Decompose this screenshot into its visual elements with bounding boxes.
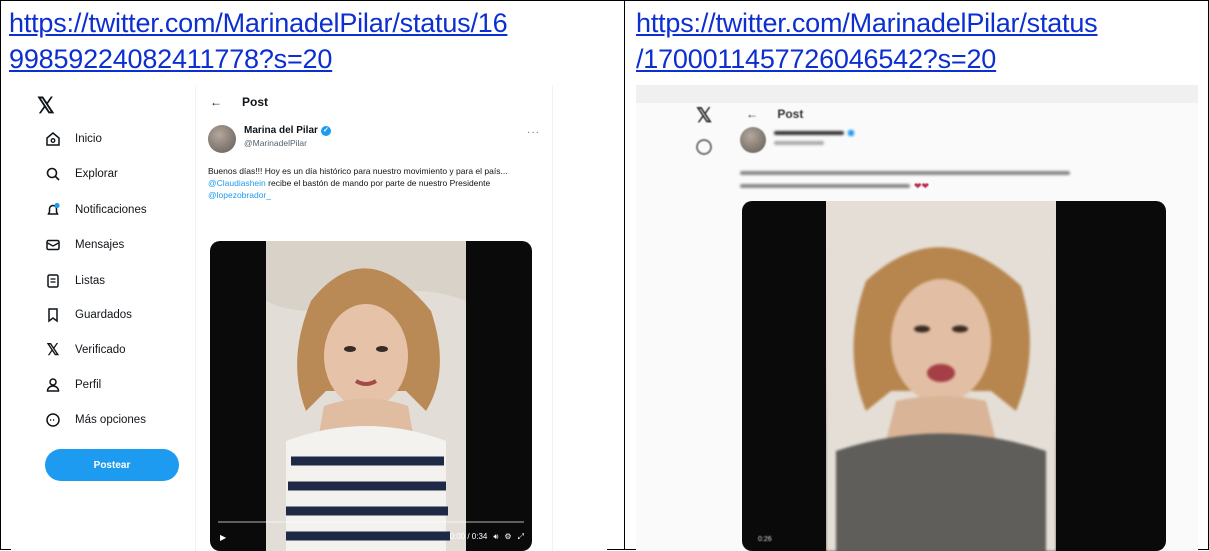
nav-label: Mensajes	[75, 239, 125, 251]
tweet-link-1[interactable]: https://twitter.com/MarinadelPilar/statu…	[9, 5, 508, 77]
author-name-blurred	[774, 131, 844, 135]
nav-item-inicio[interactable]: Inicio	[43, 127, 102, 151]
more-circle-icon	[43, 410, 63, 430]
nav-item-listas[interactable]: Listas	[43, 269, 105, 293]
sidebar: 𝕏 Inicio Explorar Notificaciones Mensaje…	[11, 85, 191, 551]
nav-label: Guardados	[75, 309, 132, 321]
nav-item-verificado[interactable]: 𝕏 Verificado	[43, 338, 126, 362]
nav-item-notificaciones[interactable]: Notificaciones	[43, 198, 147, 222]
back-arrow-icon[interactable]: ←	[210, 95, 222, 109]
page-title: Post	[777, 107, 804, 121]
table-cell-right: https://twitter.com/MarinadelPilar/statu…	[626, 1, 1208, 551]
nav-label: Verificado	[75, 344, 126, 356]
author-handle[interactable]: @MarinadelPilar	[244, 138, 331, 148]
nav-item-perfil[interactable]: Perfil	[43, 373, 101, 397]
browser-topbar	[636, 85, 1198, 103]
avatar[interactable]	[740, 127, 766, 153]
x-icon: 𝕏	[46, 342, 60, 359]
more-options-icon[interactable]: ···	[527, 127, 540, 138]
author-name[interactable]: Marina del Pilar ✓	[244, 125, 331, 136]
post-header: ← Post	[746, 107, 803, 121]
tweet-video[interactable]: 0:26	[742, 201, 1166, 551]
tweet-text-line-blurred	[740, 171, 1070, 175]
home-icon	[43, 129, 63, 149]
nav-label: Inicio	[75, 133, 102, 145]
video-thumbnail-person	[826, 201, 1056, 551]
verified-badge-icon	[848, 130, 854, 136]
tweet-video[interactable]: ▶ 0:00 / 0:34 🔊︎ ⚙︎ ⤢	[210, 241, 532, 551]
author-handle-blurred	[774, 141, 824, 145]
video-frame	[826, 201, 1056, 551]
tweet-link-2[interactable]: https://twitter.com/MarinadelPilar/statu…	[636, 5, 1098, 77]
bookmark-icon	[43, 305, 63, 325]
list-icon	[43, 271, 63, 291]
nav-item-explorar[interactable]: Explorar	[43, 162, 118, 186]
settings-icon[interactable]: ⚙︎	[504, 532, 511, 542]
post-button[interactable]: Postear	[45, 449, 179, 481]
back-arrow-icon[interactable]: ←	[746, 107, 758, 121]
video-thumbnail-person	[266, 241, 466, 551]
nav-item-mensajes[interactable]: Mensajes	[43, 233, 124, 257]
x-logo-icon[interactable]: 𝕏	[696, 103, 712, 128]
heart-flag-emoji-icon: ❤❤	[914, 181, 930, 191]
video-frame	[266, 241, 466, 551]
bell-icon	[43, 200, 63, 220]
verified-badge-icon: ✓	[320, 125, 331, 136]
tweet-text-line-blurred	[740, 184, 910, 188]
nav-label: Listas	[75, 275, 106, 287]
nav-item-mas-opciones[interactable]: Más opciones	[43, 408, 146, 432]
nav-label: Notificaciones	[75, 204, 147, 216]
post-column: ← Post Marina del Pilar ✓ @MarinadelPila…	[195, 85, 553, 551]
nav-label: Explorar	[75, 168, 118, 180]
post-header: ← Post	[210, 95, 268, 109]
x-logo-icon[interactable]: 𝕏	[37, 93, 55, 119]
play-icon[interactable]: ▶	[220, 533, 226, 542]
tweet-text: Buenos días!!! Hoy es un día histórico p…	[208, 166, 508, 200]
search-icon	[43, 164, 63, 184]
tweet-author[interactable]: Marina del Pilar ✓ @MarinadelPilar	[208, 125, 331, 153]
nav-label: Perfil	[75, 379, 102, 391]
tweet-screenshot-1: 𝕏 Inicio Explorar Notificaciones Mensaje…	[11, 85, 607, 551]
video-time-blurred: 0:26	[758, 536, 772, 543]
mention-link[interactable]: @Claudiashein	[208, 178, 266, 188]
tweet-screenshot-2: 𝕏 ← Post ❤❤ 0:26	[636, 85, 1198, 551]
document-table: https://twitter.com/MarinadelPilar/statu…	[0, 0, 1209, 551]
page-title: Post	[242, 95, 269, 109]
fullscreen-icon[interactable]: ⤢	[518, 532, 524, 542]
volume-icon[interactable]: 🔊︎	[493, 532, 498, 542]
table-cell-left: https://twitter.com/MarinadelPilar/statu…	[1, 1, 625, 551]
video-controls-right: 0:00 / 0:34 🔊︎ ⚙︎ ⤢	[450, 532, 524, 542]
mention-link[interactable]: @lopezobrador_	[208, 190, 271, 200]
video-time: 0:00 / 0:34	[449, 532, 488, 541]
nav-label: Más opciones	[75, 414, 146, 426]
nav-item-guardados[interactable]: Guardados	[43, 303, 132, 327]
person-icon	[43, 375, 63, 395]
avatar[interactable]	[208, 125, 236, 153]
mail-icon	[43, 235, 63, 255]
home-icon[interactable]	[696, 139, 712, 155]
